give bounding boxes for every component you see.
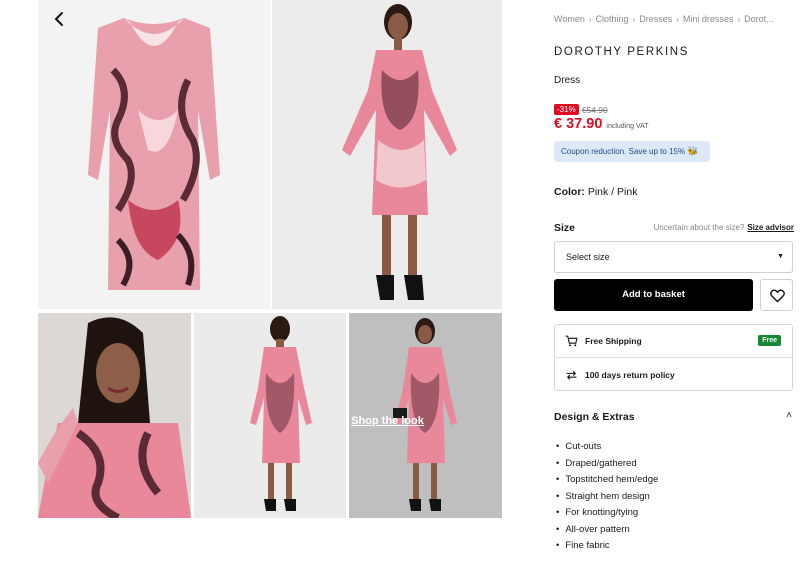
product-image-model-front[interactable]: [272, 0, 502, 309]
feature-item: Draped/gathered: [556, 457, 658, 474]
color-label: Color:: [554, 186, 585, 198]
feature-item: Topstitched hem/edge: [556, 473, 658, 490]
breadcrumb: Women › Clothing › Dresses › Mini dresses › Doro…: [554, 14, 794, 24]
shop-the-look-link[interactable]: Shop the look: [311, 415, 464, 427]
discount-badge: -31%: [554, 104, 579, 115]
breadcrumb-item[interactable]: Dorot...: [744, 14, 774, 24]
breadcrumb-item[interactable]: Clothing: [596, 14, 629, 24]
back-button[interactable]: [48, 8, 70, 30]
return-arrows-icon: [566, 370, 577, 380]
design-extras-title[interactable]: Design & Extras: [554, 411, 635, 423]
size-help-text: Uncertain about the size?: [653, 223, 745, 232]
coupon-banner[interactable]: Coupon reduction. Save up to 15% 🐝: [554, 141, 710, 162]
breadcrumb-item[interactable]: Women: [554, 14, 585, 24]
size-select[interactable]: Select size ▼: [554, 241, 793, 273]
breadcrumb-item[interactable]: Dresses: [639, 14, 672, 24]
caret-down-icon: ▼: [777, 253, 784, 260]
size-help: Uncertain about the size? Size advisor: [654, 223, 794, 232]
size-advisor-link[interactable]: Size advisor: [747, 223, 794, 232]
coupon-text: Coupon reduction. Save up to 15%: [561, 147, 686, 156]
heart-icon: [770, 289, 785, 303]
price-row: € 37.90 including VAT: [554, 116, 649, 132]
free-shipping-row: Free Shipping Free: [555, 325, 792, 358]
current-price: € 37.90: [554, 116, 603, 132]
free-badge: Free: [758, 335, 781, 346]
size-select-placeholder: Select size: [566, 252, 610, 262]
feature-item: Cut-outs: [556, 440, 658, 457]
product-name: Dress: [554, 75, 581, 86]
product-gallery: [38, 0, 503, 520]
breadcrumb-item[interactable]: Mini dresses: [683, 14, 734, 24]
chevron-up-icon[interactable]: ˄: [786, 410, 792, 421]
feature-item: Fine fabric: [556, 539, 658, 556]
color-value: Pink / Pink: [587, 186, 638, 198]
chevron-right-icon: ›: [737, 15, 741, 24]
bee-icon: 🐝: [687, 146, 699, 156]
delivery-info-box: Free Shipping Free 100 days return polic…: [554, 324, 793, 391]
brand-name[interactable]: DOROTHY PERKINS: [554, 46, 689, 58]
chevron-right-icon: ›: [632, 15, 636, 24]
chevron-right-icon: ›: [676, 15, 679, 24]
feature-list: Cut-outs Draped/gathered Topstitched hem…: [556, 440, 658, 556]
feature-item: All-over pattern: [556, 523, 658, 540]
chevron-right-icon: ›: [588, 15, 592, 24]
product-image-closeup[interactable]: [38, 313, 191, 518]
return-policy-row: 100 days return policy: [555, 358, 792, 391]
old-price: €54.90: [581, 104, 608, 115]
chevron-left-icon: [54, 12, 63, 26]
return-policy-label: 100 days return policy: [585, 369, 675, 380]
wishlist-button[interactable]: [760, 279, 793, 311]
discount-row: -31% €54.90: [554, 104, 608, 115]
color-info: Color: Pink / Pink: [554, 186, 637, 198]
feature-item: Straight hem design: [556, 490, 658, 507]
add-to-basket-button[interactable]: Add to basket: [554, 279, 753, 311]
vat-note: including VAT: [606, 123, 649, 130]
free-shipping-label: Free Shipping: [585, 336, 642, 346]
cart-icon: [565, 335, 578, 347]
product-image-flat[interactable]: [38, 0, 270, 309]
size-title: Size: [554, 222, 576, 234]
feature-item: For knotting/tying: [556, 506, 658, 523]
